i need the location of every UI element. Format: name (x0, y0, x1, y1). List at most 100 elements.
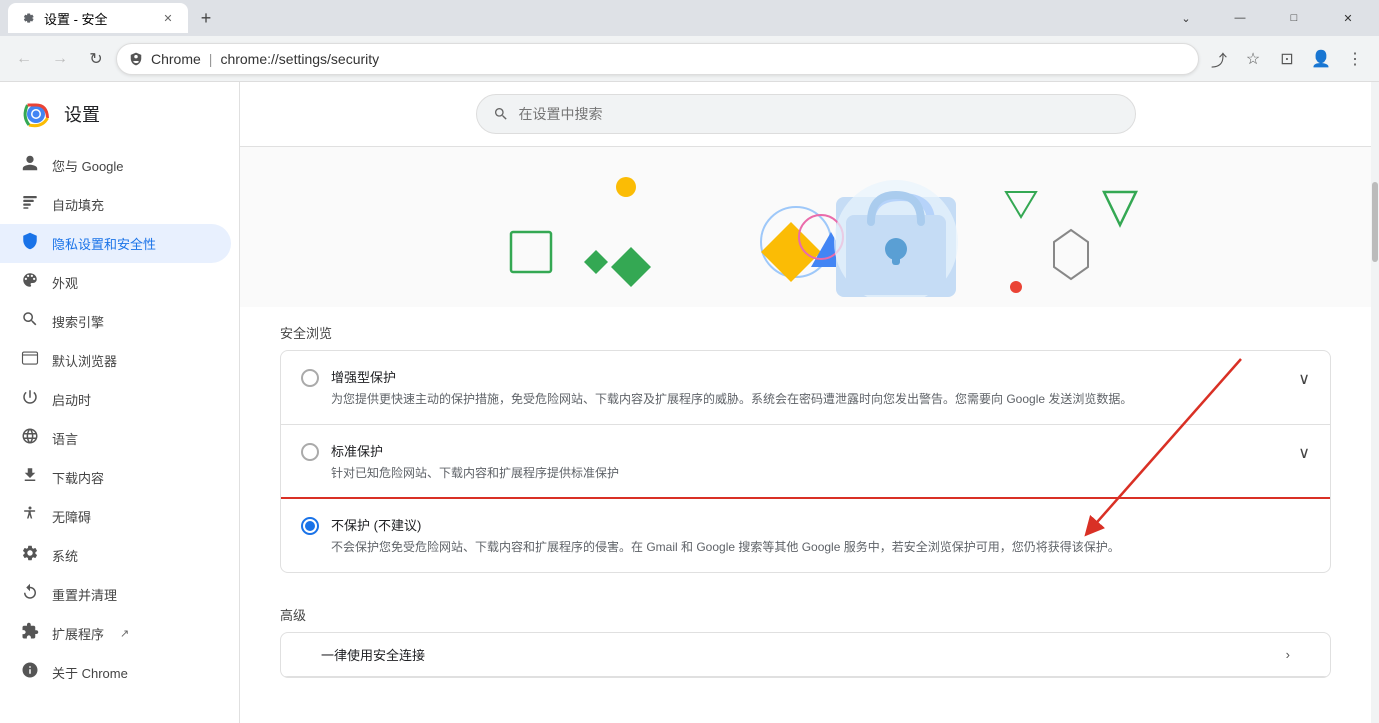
enhanced-radio-title: 增强型保护 (331, 367, 1286, 386)
main-layout: 设置 您与 Google 自动填充 隐私设置和安全性 (0, 82, 1379, 723)
sidebar-item-system[interactable]: 系统 (0, 536, 231, 575)
share-button[interactable]: ⤴ (1203, 43, 1235, 75)
standard-protection-option[interactable]: 标准保护 针对已知危险网站、下载内容和扩展程序提供标准保护 ∨ (281, 425, 1330, 499)
omnibox-url: chrome://settings/security (220, 51, 379, 67)
sidebar-item-downloads-label: 下载内容 (52, 468, 104, 487)
close-button[interactable]: ✕ (1325, 0, 1371, 36)
sidebar-item-browser-label: 默认浏览器 (52, 351, 117, 370)
sidebar-item-google[interactable]: 您与 Google (0, 146, 231, 185)
sidebar-item-reset[interactable]: 重置并清理 (0, 575, 231, 614)
sidebar-item-accessibility[interactable]: 无障碍 (0, 497, 231, 536)
sidebar-item-search[interactable]: 搜索引擎 (0, 302, 231, 341)
right-scrollbar-thumb (1372, 182, 1378, 262)
hero-illustration (240, 147, 1371, 307)
sidebar-header: 设置 (0, 82, 239, 146)
profile-button[interactable]: 👤 (1305, 43, 1337, 75)
section-title-advanced: 高级 (280, 605, 1331, 624)
menu-button[interactable]: ⋮ (1339, 43, 1371, 75)
chrome-logo (20, 98, 52, 130)
extension-icon (20, 622, 40, 645)
download-icon (20, 466, 40, 489)
new-tab-button[interactable]: + (192, 4, 220, 32)
sidebar-item-reset-label: 重置并清理 (52, 585, 117, 604)
minimize-button[interactable]: — (1217, 0, 1263, 36)
shield-icon (20, 232, 40, 255)
settings-search-box[interactable] (476, 94, 1136, 134)
enhanced-expand-button[interactable]: ∨ (1298, 369, 1310, 389)
tab-label: 设置 - 安全 (44, 9, 108, 28)
standard-radio-title: 标准保护 (331, 441, 1286, 460)
search-icon (493, 106, 509, 122)
sidebar-item-language-label: 语言 (52, 429, 78, 448)
refresh-button[interactable]: ↻ (80, 43, 112, 75)
power-icon (20, 388, 40, 411)
enhanced-radio-desc: 为您提供更快速主动的保护措施，免受危险网站、下载内容及扩展程序的威胁。系统会在密… (331, 390, 1286, 408)
sidebar-item-accessibility-label: 无障碍 (52, 507, 91, 526)
sidebar-item-language[interactable]: 语言 (0, 419, 231, 458)
advanced-card: 一律使用安全连接 › (280, 632, 1331, 678)
sidebar-item-autofill[interactable]: 自动填充 (0, 185, 231, 224)
language-icon (20, 427, 40, 450)
autofill-icon (20, 193, 40, 216)
maximize-button[interactable]: □ (1271, 0, 1317, 36)
settings-search-bar (240, 82, 1371, 147)
settings-search-input[interactable] (519, 106, 1119, 122)
content-area: 安全浏览 增强型保护 为您提供更快速主动的保护措施，免受危险网站、下载内容及扩展… (240, 82, 1371, 723)
palette-icon (20, 271, 40, 294)
navbar: ← → ↻ Chrome | chrome://settings/securit… (0, 36, 1379, 82)
sidebar-item-startup[interactable]: 启动时 (0, 380, 231, 419)
enhanced-radio-button[interactable] (301, 369, 319, 387)
forward-button[interactable]: → (44, 43, 76, 75)
tab-favicon (20, 10, 36, 26)
sidebar-wrapper: 设置 您与 Google 自动填充 隐私设置和安全性 (0, 82, 240, 723)
info-icon (20, 661, 40, 684)
no-protection-option[interactable]: 不保护 (不建议) 不会保护您免受危险网站、下载内容和扩展程序的侵害。在 Gma… (281, 499, 1330, 572)
reset-icon (20, 583, 40, 606)
sidebar-item-privacy[interactable]: 隐私设置和安全性 (0, 224, 231, 263)
safe-browsing-card: 增强型保护 为您提供更快速主动的保护措施，免受危险网站、下载内容及扩展程序的威胁… (280, 350, 1331, 573)
enhanced-protection-option[interactable]: 增强型保护 为您提供更快速主动的保护措施，免受危险网站、下载内容及扩展程序的威胁… (281, 351, 1330, 425)
omnibox[interactable]: Chrome | chrome://settings/security (116, 43, 1199, 75)
security-icon (129, 52, 143, 66)
sidebar: 设置 您与 Google 自动填充 隐私设置和安全性 (0, 82, 240, 723)
omnibox-separator: | (209, 51, 213, 67)
right-scrollbar[interactable] (1371, 82, 1379, 723)
standard-radio-button[interactable] (301, 443, 319, 461)
safe-browsing-section: 安全浏览 增强型保护 为您提供更快速主动的保护措施，免受危险网站、下载内容及扩展… (240, 307, 1371, 589)
search-icon (20, 310, 40, 333)
sidebar-item-google-label: 您与 Google (52, 156, 124, 175)
sidebar-item-downloads[interactable]: 下载内容 (0, 458, 231, 497)
sidebar-item-appearance[interactable]: 外观 (0, 263, 231, 302)
titlebar-left: 设置 - 安全 ✕ + (8, 3, 220, 33)
section-title-safe-browsing: 安全浏览 (280, 323, 1331, 342)
bookmark-button[interactable]: ☆ (1237, 43, 1269, 75)
splitscreen-button[interactable]: ⊡ (1271, 43, 1303, 75)
no-protection-radio-button[interactable] (301, 517, 319, 535)
back-button[interactable]: ← (8, 43, 40, 75)
sidebar-item-autofill-label: 自动填充 (52, 195, 104, 214)
external-link-icon: ↗ (120, 627, 129, 640)
advanced-item-secure-arrow: › (1286, 647, 1290, 662)
navbar-actions: ⤴ ☆ ⊡ 👤 ⋮ (1203, 43, 1371, 75)
sidebar-item-appearance-label: 外观 (52, 273, 78, 292)
window-controls: ⌄ — □ ✕ (1163, 0, 1371, 36)
chevron-button[interactable]: ⌄ (1163, 0, 1209, 36)
sidebar-item-about[interactable]: 关于 Chrome (0, 653, 231, 692)
active-tab[interactable]: 设置 - 安全 ✕ (8, 3, 188, 33)
sidebar-item-search-label: 搜索引擎 (52, 312, 104, 331)
sidebar-item-about-label: 关于 Chrome (52, 663, 128, 682)
advanced-section: 高级 一律使用安全连接 › (240, 589, 1371, 694)
no-protection-radio-desc: 不会保护您免受危险网站、下载内容和扩展程序的侵害。在 Gmail 和 Googl… (331, 538, 1310, 556)
omnibox-brand: Chrome (151, 51, 201, 67)
person-icon (20, 154, 40, 177)
sidebar-item-browser[interactable]: 默认浏览器 (0, 341, 231, 380)
tab-close-button[interactable]: ✕ (160, 10, 176, 26)
no-protection-radio-title: 不保护 (不建议) (331, 515, 1310, 534)
security-illustration (456, 167, 1156, 297)
standard-radio-desc: 针对已知危险网站、下载内容和扩展程序提供标准保护 (331, 464, 1286, 482)
no-protection-radio-content: 不保护 (不建议) 不会保护您免受危险网站、下载内容和扩展程序的侵害。在 Gma… (331, 515, 1310, 556)
standard-radio-content: 标准保护 针对已知危险网站、下载内容和扩展程序提供标准保护 (331, 441, 1286, 482)
standard-expand-button[interactable]: ∨ (1298, 443, 1310, 463)
advanced-item-secure[interactable]: 一律使用安全连接 › (281, 633, 1330, 677)
sidebar-item-extensions[interactable]: 扩展程序 ↗ (0, 614, 231, 653)
